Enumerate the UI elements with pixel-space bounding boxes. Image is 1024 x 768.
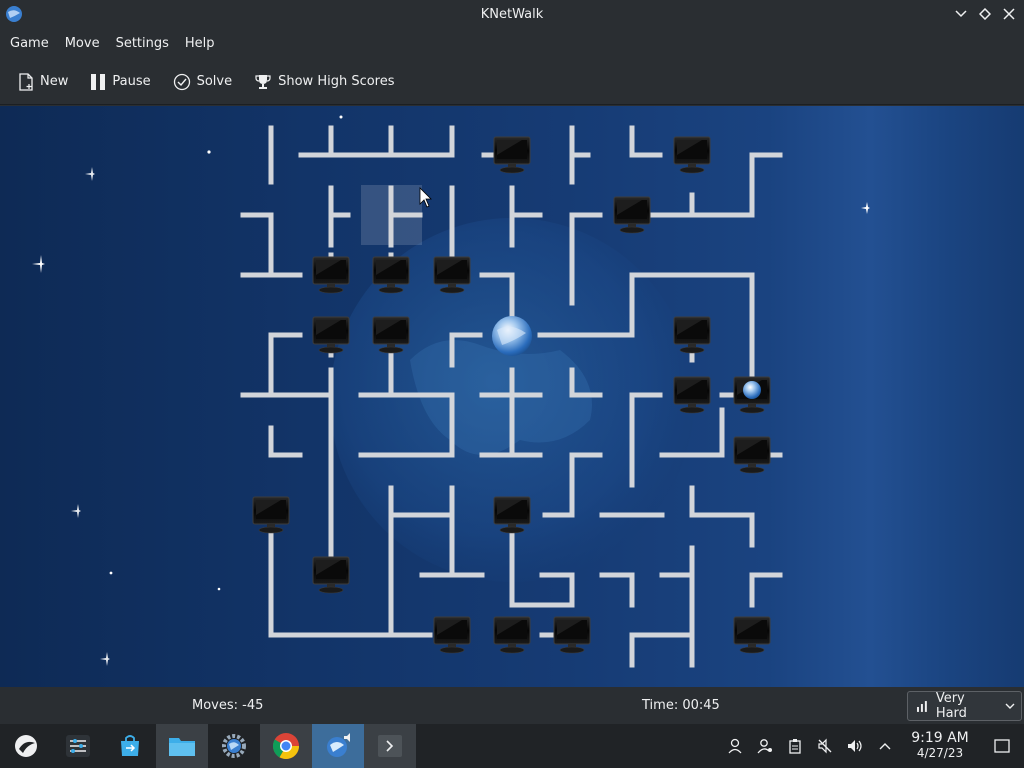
- chrome-icon[interactable]: [260, 724, 312, 768]
- new-label: New: [40, 74, 69, 89]
- terminal-icon[interactable]: [364, 724, 416, 768]
- server-globe: [492, 316, 532, 356]
- volume-icon[interactable]: [840, 724, 870, 768]
- time-counter: Time: 00:45: [642, 698, 720, 713]
- difficulty-label: Very Hard: [935, 691, 967, 721]
- knetwalk-icon[interactable]: [312, 724, 364, 768]
- system-tray: 9:19 AM 4/27/23: [720, 724, 1024, 768]
- application-launcher-icon[interactable]: [0, 724, 52, 768]
- new-document-icon: [19, 72, 33, 91]
- menu-help[interactable]: Help: [177, 29, 223, 59]
- menu-game[interactable]: Game: [2, 29, 57, 59]
- pause-label: Pause: [112, 74, 151, 89]
- solve-label: Solve: [196, 74, 233, 89]
- solve-button[interactable]: Solve: [165, 69, 241, 95]
- minimize-icon[interactable]: [952, 4, 970, 24]
- signal-bars-icon: [916, 701, 927, 712]
- close-icon[interactable]: [1000, 4, 1018, 24]
- knetwalk-app-icon[interactable]: [4, 4, 24, 24]
- chevron-up-icon[interactable]: [870, 724, 900, 768]
- board-canvas: [32, 115, 870, 668]
- user-switch-icon[interactable]: [750, 724, 780, 768]
- checkmark-circle-icon: [173, 73, 190, 90]
- clipboard-icon[interactable]: [780, 724, 810, 768]
- new-game-button[interactable]: New: [10, 69, 76, 95]
- chevron-down-icon: [1005, 703, 1015, 709]
- toolbar: New Pause Solve Show High Scores: [0, 59, 1024, 105]
- menu-move[interactable]: Move: [57, 29, 108, 59]
- show-desktop-icon[interactable]: [980, 724, 1024, 768]
- pause-icon: [91, 73, 106, 90]
- mic-muted-icon[interactable]: [810, 724, 840, 768]
- maximize-icon[interactable]: [976, 4, 994, 24]
- system-settings-icon[interactable]: [208, 724, 260, 768]
- status-bar: Moves: -45 Time: 00:45 Very Hard: [0, 687, 1024, 724]
- user-icon[interactable]: [720, 724, 750, 768]
- clock-time: 9:19 AM: [911, 730, 969, 746]
- trophy-icon: [255, 74, 271, 89]
- menu-settings[interactable]: Settings: [108, 29, 177, 59]
- store-icon[interactable]: [104, 724, 156, 768]
- title-bar: KNetWalk: [0, 0, 1024, 29]
- game-board[interactable]: [0, 106, 1024, 687]
- clock[interactable]: 9:19 AM 4/27/23: [900, 731, 980, 761]
- settings-sliders-icon[interactable]: [52, 724, 104, 768]
- file-manager-icon[interactable]: [156, 724, 208, 768]
- clock-date: 4/27/23: [916, 746, 964, 760]
- moves-counter: Moves: -45: [192, 698, 264, 713]
- pause-button[interactable]: Pause: [82, 69, 158, 95]
- menu-bar: Game Move Settings Help: [0, 29, 1024, 59]
- taskbar: 9:19 AM 4/27/23: [0, 724, 1024, 768]
- window-title: KNetWalk: [480, 7, 544, 22]
- show-high-scores-button[interactable]: Show High Scores: [246, 69, 402, 95]
- high-scores-label: Show High Scores: [278, 74, 395, 89]
- difficulty-select[interactable]: Very Hard: [907, 691, 1022, 721]
